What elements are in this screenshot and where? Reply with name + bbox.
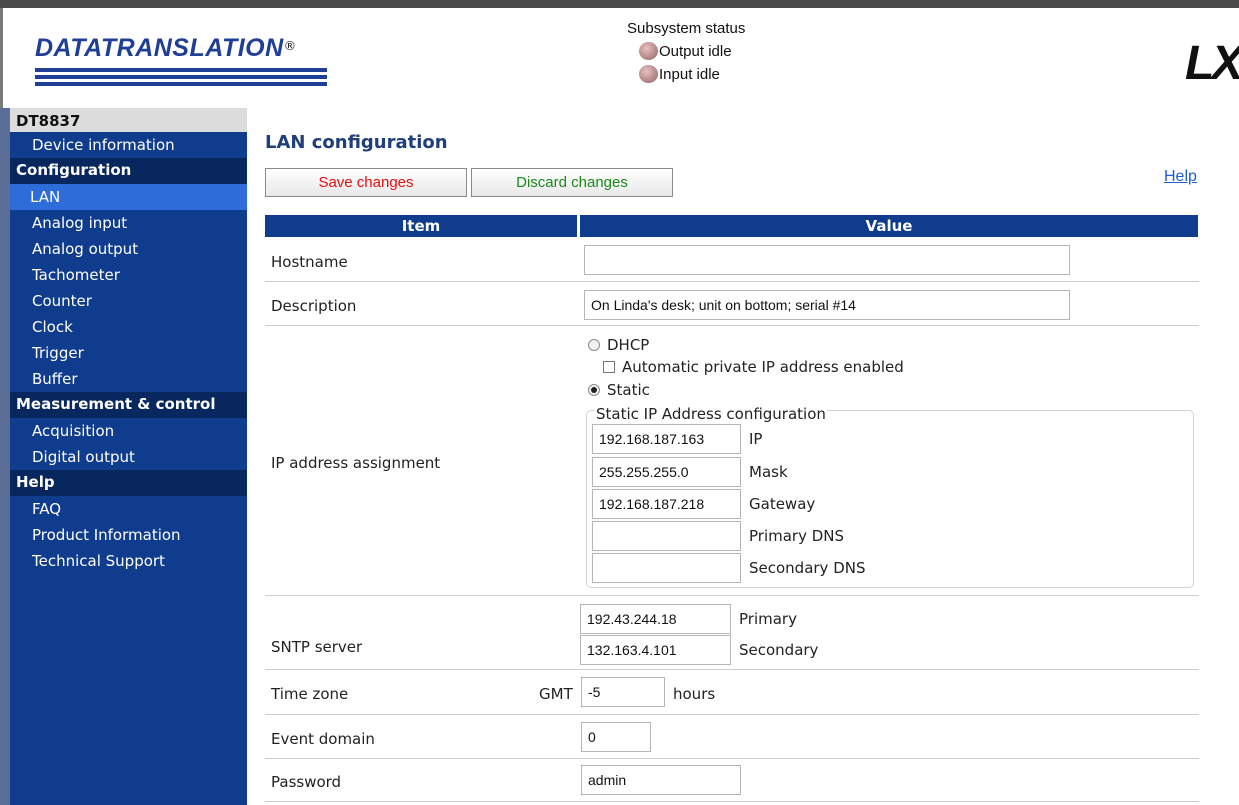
help-link[interactable]: Help bbox=[1164, 168, 1197, 186]
ip-assignment-label: IP address assignment bbox=[271, 454, 441, 472]
row-divider bbox=[265, 669, 1199, 670]
logo-lines bbox=[35, 68, 327, 89]
hours-label: hours bbox=[673, 685, 716, 703]
header: DATATRANSLATION® Subsystem status Output… bbox=[0, 8, 1239, 108]
input-status-row: Input idle bbox=[639, 65, 745, 83]
sidebar-item-trigger[interactable]: Trigger bbox=[10, 340, 247, 366]
secondary-dns-input[interactable] bbox=[592, 553, 741, 583]
sidebar-item-lan[interactable]: LAN bbox=[10, 184, 247, 210]
logo-text: DATATRANSLATION bbox=[35, 34, 284, 62]
time-zone-input[interactable]: -5 bbox=[581, 677, 665, 707]
primary-dns-label: Primary DNS bbox=[749, 527, 845, 545]
event-domain-label: Event domain bbox=[271, 730, 375, 748]
input-status-text: Input idle bbox=[659, 65, 720, 83]
output-status-row: Output idle bbox=[639, 42, 745, 60]
sidebar-item-tachometer[interactable]: Tachometer bbox=[10, 262, 247, 288]
time-zone-label: Time zone bbox=[271, 685, 349, 703]
gmt-label: GMT bbox=[539, 685, 573, 703]
static-label: Static bbox=[607, 381, 650, 399]
row-divider bbox=[265, 325, 1199, 326]
sidebar-item-technical-support[interactable]: Technical Support bbox=[10, 548, 247, 574]
sidebar-heading-configuration: Configuration bbox=[10, 158, 247, 184]
event-domain-input[interactable]: 0 bbox=[581, 722, 651, 752]
dhcp-label: DHCP bbox=[607, 336, 650, 354]
sidebar: DT8837 Device information Configuration … bbox=[0, 108, 247, 805]
row-divider bbox=[265, 758, 1199, 759]
sntp-primary-input[interactable]: 192.43.244.18 bbox=[580, 604, 731, 634]
sidebar-item-clock[interactable]: Clock bbox=[10, 314, 247, 340]
ip-address-input[interactable]: 192.168.187.163 bbox=[592, 424, 741, 454]
sidebar-item-digital-output[interactable]: Digital output bbox=[10, 444, 247, 470]
description-label: Description bbox=[271, 297, 357, 315]
sidebar-item-acquisition[interactable]: Acquisition bbox=[10, 418, 247, 444]
column-header-item: Item bbox=[265, 215, 577, 237]
column-header-value: Value bbox=[580, 215, 1198, 237]
static-ip-legend: Static IP Address configuration bbox=[595, 405, 827, 423]
page-title: LAN configuration bbox=[265, 132, 448, 153]
sntp-secondary-label: Secondary bbox=[739, 641, 819, 659]
mask-input[interactable]: 255.255.255.0 bbox=[592, 457, 741, 487]
hostname-input[interactable] bbox=[584, 245, 1070, 275]
main-content: LAN configuration Save changes Discard c… bbox=[247, 108, 1239, 805]
row-divider bbox=[265, 714, 1199, 715]
sidebar-item-counter[interactable]: Counter bbox=[10, 288, 247, 314]
row-divider bbox=[265, 281, 1199, 282]
sidebar-item-device-information[interactable]: Device information bbox=[10, 132, 247, 158]
sidebar-heading-help: Help bbox=[10, 470, 247, 496]
status-title: Subsystem status bbox=[627, 20, 746, 37]
sntp-secondary-input[interactable]: 132.163.4.101 bbox=[580, 635, 731, 665]
data-translation-logo: DATATRANSLATION® bbox=[35, 34, 355, 94]
description-input[interactable]: On Linda's desk; unit on bottom; serial … bbox=[584, 290, 1070, 320]
lxi-logo: LXI bbox=[1185, 37, 1239, 90]
status-led-icon bbox=[639, 65, 658, 83]
sidebar-item-analog-input[interactable]: Analog input bbox=[10, 210, 247, 236]
primary-dns-input[interactable] bbox=[592, 521, 741, 551]
sidebar-item-product-information[interactable]: Product Information bbox=[10, 522, 247, 548]
sidebar-item-analog-output[interactable]: Analog output bbox=[10, 236, 247, 262]
save-changes-button[interactable]: Save changes bbox=[265, 168, 467, 197]
gateway-input[interactable]: 192.168.187.218 bbox=[592, 489, 741, 519]
static-radio[interactable] bbox=[588, 384, 600, 396]
row-divider bbox=[265, 595, 1199, 596]
auto-private-ip-checkbox[interactable] bbox=[603, 361, 615, 373]
password-input[interactable]: admin bbox=[581, 765, 741, 795]
secondary-dns-label: Secondary DNS bbox=[749, 559, 866, 577]
sntp-server-label: SNTP server bbox=[271, 638, 363, 656]
row-divider bbox=[265, 801, 1199, 802]
sidebar-heading-measurement-control: Measurement & control bbox=[10, 392, 247, 418]
status-led-icon bbox=[639, 42, 658, 60]
output-status-text: Output idle bbox=[659, 42, 732, 60]
logo-mark: ® bbox=[283, 38, 297, 53]
sidebar-device-name: DT8837 bbox=[10, 108, 247, 132]
ip-field-label: IP bbox=[749, 430, 763, 448]
sntp-primary-label: Primary bbox=[739, 610, 797, 628]
auto-private-ip-label: Automatic private IP address enabled bbox=[622, 358, 904, 376]
window-top-border bbox=[0, 0, 1239, 8]
discard-changes-button[interactable]: Discard changes bbox=[471, 168, 673, 197]
password-label: Password bbox=[271, 773, 342, 791]
sidebar-item-buffer[interactable]: Buffer bbox=[10, 366, 247, 392]
subsystem-status: Subsystem status Output idle Input idle bbox=[627, 20, 745, 83]
sidebar-item-faq[interactable]: FAQ bbox=[10, 496, 247, 522]
dhcp-radio[interactable] bbox=[588, 339, 600, 351]
mask-field-label: Mask bbox=[749, 463, 788, 481]
gateway-field-label: Gateway bbox=[749, 495, 816, 513]
hostname-label: Hostname bbox=[271, 253, 348, 271]
